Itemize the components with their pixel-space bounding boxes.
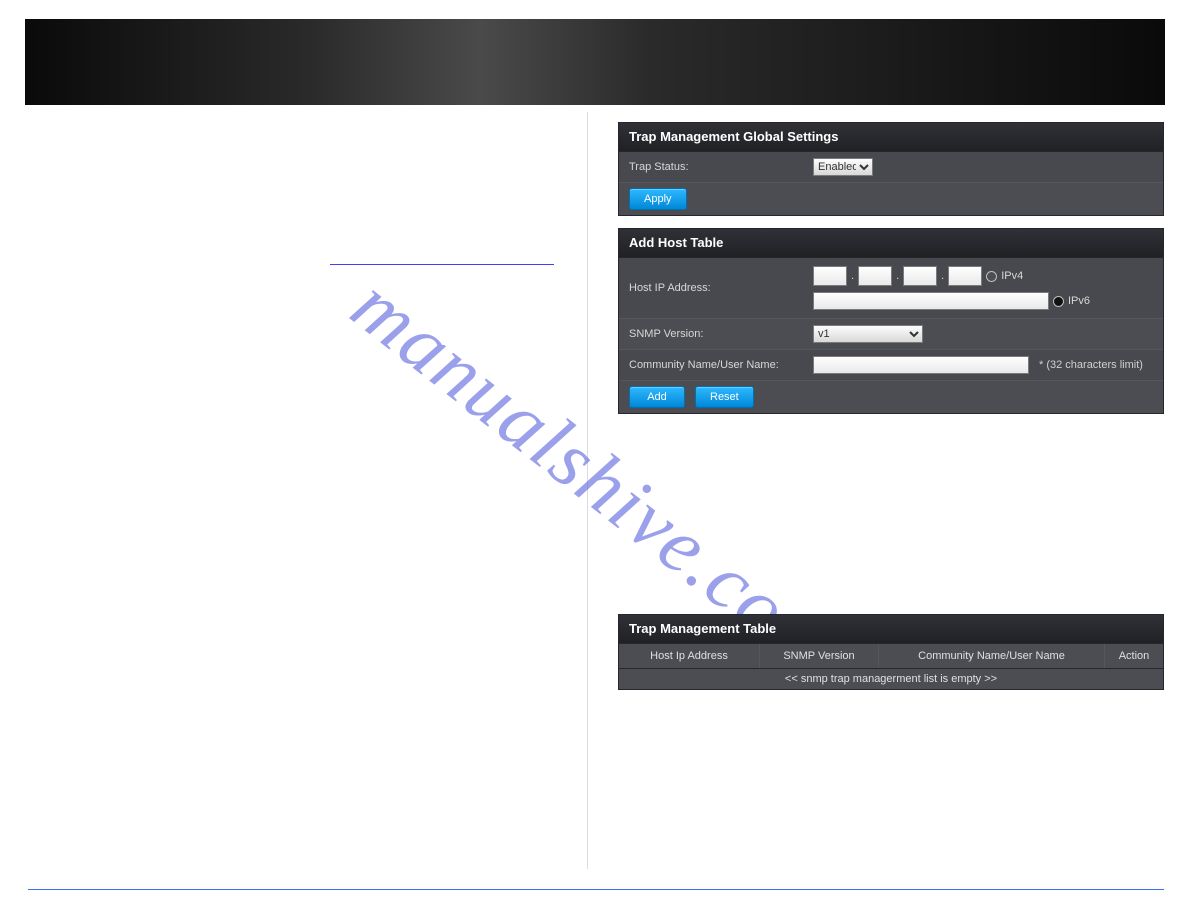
ipv4-octet-3[interactable] xyxy=(903,266,937,286)
text-char-limit: * (32 characters limit) xyxy=(1033,359,1143,371)
ipv4-octet-1[interactable] xyxy=(813,266,847,286)
row-community-name: Community Name/User Name: * (32 characte… xyxy=(619,350,1163,381)
panel-trap-global: Trap Management Global Settings Trap Sta… xyxy=(618,122,1164,216)
ipv6-input[interactable] xyxy=(813,292,1049,310)
label-ipv6: IPv6 xyxy=(1068,295,1090,307)
label-snmp-version: SNMP Version: xyxy=(619,328,813,340)
row-host-ip: Host IP Address: . . . IPv4 xyxy=(619,258,1163,319)
add-button[interactable]: Add xyxy=(629,386,685,408)
radio-dot-ipv6 xyxy=(1053,296,1064,307)
ipv4-line: . . . IPv4 xyxy=(813,266,1090,286)
ipv4-octet-4[interactable] xyxy=(948,266,982,286)
reset-button[interactable]: Reset xyxy=(695,386,754,408)
select-snmp-version[interactable]: v1 xyxy=(813,325,923,343)
ipv6-line: IPv6 xyxy=(813,292,1090,310)
panel-trap-table: Trap Management Table Host Ip Address SN… xyxy=(618,614,1164,690)
dot-1: . xyxy=(851,270,854,282)
panel-title-global: Trap Management Global Settings xyxy=(619,123,1163,152)
table-header: Host Ip Address SNMP Version Community N… xyxy=(619,644,1163,669)
label-trap-status: Trap Status: xyxy=(619,161,813,173)
radio-ipv4[interactable]: IPv4 xyxy=(986,270,1023,282)
input-community-name[interactable] xyxy=(813,356,1029,374)
select-trap-status[interactable]: Enabled xyxy=(813,158,873,176)
label-community-name: Community Name/User Name: xyxy=(619,359,813,371)
vertical-divider xyxy=(587,112,588,869)
bottom-rule xyxy=(28,889,1164,890)
table-empty-message: << snmp trap managerment list is empty >… xyxy=(619,669,1163,689)
radio-dot-ipv4 xyxy=(986,271,997,282)
actions-addhost: Add Reset xyxy=(619,381,1163,413)
panel-title-addhost: Add Host Table xyxy=(619,229,1163,258)
radio-ipv6[interactable]: IPv6 xyxy=(1053,295,1090,307)
row-trap-status: Trap Status: Enabled xyxy=(619,152,1163,183)
link-underline xyxy=(330,264,554,265)
label-host-ip: Host IP Address: xyxy=(619,282,813,294)
col-action: Action xyxy=(1104,644,1163,668)
ipv4-octet-2[interactable] xyxy=(858,266,892,286)
label-ipv4: IPv4 xyxy=(1001,270,1023,282)
actions-global: Apply xyxy=(619,183,1163,215)
col-community: Community Name/User Name xyxy=(878,644,1104,668)
dot-2: . xyxy=(896,270,899,282)
col-host-ip: Host Ip Address xyxy=(619,644,759,668)
dot-3: . xyxy=(941,270,944,282)
panel-add-host: Add Host Table Host IP Address: . . . IP… xyxy=(618,228,1164,414)
top-banner xyxy=(25,19,1165,105)
panel-title-table: Trap Management Table xyxy=(619,615,1163,644)
row-snmp-version: SNMP Version: v1 xyxy=(619,319,1163,350)
apply-button[interactable]: Apply xyxy=(629,188,687,210)
col-snmp-version: SNMP Version xyxy=(759,644,878,668)
